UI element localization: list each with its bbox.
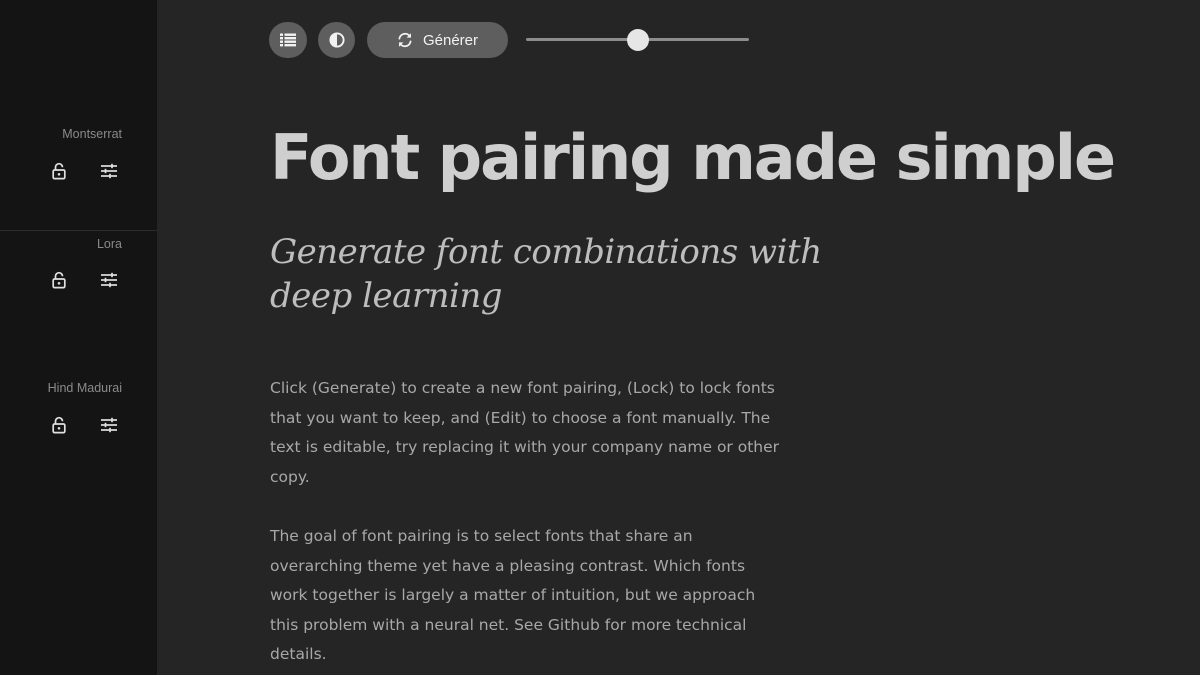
generate-label: Générer: [422, 31, 479, 49]
slider-thumb[interactable]: [626, 29, 649, 51]
unlock-icon[interactable]: [48, 160, 70, 182]
sliders-icon: [101, 417, 117, 433]
sidebar: Montserrat Lora Hind Madurai: [0, 0, 157, 675]
contrast-button[interactable]: [318, 22, 355, 58]
sliders-icon[interactable]: [98, 160, 120, 182]
generate-button[interactable]: Générer: [367, 22, 508, 58]
body-paragraph[interactable]: Click (Generate) to create a new font pa…: [270, 374, 785, 492]
sliders-icon: [101, 272, 117, 288]
refresh-icon: [398, 32, 412, 48]
unlock-icon: [52, 271, 66, 289]
contrast-icon: [328, 32, 345, 48]
sidebar-font-name: Lora: [96, 237, 122, 251]
unlock-icon: [52, 416, 66, 434]
sidebar-divider: [0, 230, 157, 231]
list-button[interactable]: [269, 22, 307, 58]
sliders-icon[interactable]: [98, 414, 120, 436]
unlock-icon[interactable]: [48, 269, 70, 291]
list-icon: [280, 33, 296, 47]
sidebar-font-name: Hind Madurai: [47, 381, 122, 395]
sliders-icon: [101, 163, 117, 179]
headline[interactable]: Font pairing made simple: [270, 118, 1116, 198]
sidebar-font-name: Montserrat: [62, 127, 122, 141]
sliders-icon[interactable]: [98, 269, 120, 291]
body-paragraph[interactable]: The goal of font pairing is to select fo…: [270, 522, 785, 670]
unlock-icon[interactable]: [48, 414, 70, 436]
size-slider[interactable]: [526, 29, 749, 51]
unlock-icon: [52, 162, 66, 180]
subheadline[interactable]: Generate font combinations with deep lea…: [270, 230, 870, 318]
